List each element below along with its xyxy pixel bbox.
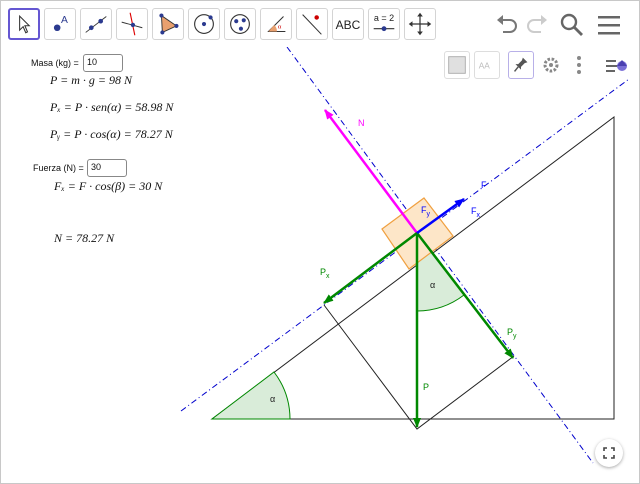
reflect-line-icon — [302, 14, 322, 35]
fuerza-label: Fuerza (N) = — [33, 163, 84, 173]
toolbar: A α ABC a = 2 — [1, 1, 639, 47]
more-icon — [577, 56, 581, 74]
label-alpha-top: α — [430, 280, 436, 290]
settings-icon — [543, 57, 559, 73]
text-style-icon: AA — [479, 61, 491, 71]
fullscreen-button[interactable] — [595, 439, 623, 467]
perpendicular-line-icon — [121, 12, 143, 36]
normal-direction-line — [286, 46, 594, 464]
circle-tool-button[interactable] — [188, 8, 220, 40]
point-icon: A — [53, 15, 68, 32]
geogebra-app: N F Fy Fx Px Py P α α Masa (kg) = 10 P =… — [0, 0, 640, 484]
redo-button[interactable] — [523, 11, 551, 39]
pin-button[interactable] — [508, 51, 534, 79]
style-bar: AA — [444, 51, 630, 81]
text-tool-button[interactable]: ABC — [332, 8, 364, 40]
line-icon — [85, 16, 107, 33]
move-graphics-view-tool-button[interactable] — [404, 8, 436, 40]
fullscreen-icon — [603, 447, 615, 459]
polygon-tool-button[interactable] — [152, 8, 184, 40]
settings-button[interactable] — [538, 51, 564, 79]
fuerza-input[interactable]: 30 — [87, 159, 127, 177]
formula-weight: P = m · g = 98 N — [50, 73, 132, 87]
background-color-button[interactable] — [444, 51, 470, 79]
label-alpha-bottom: α — [270, 394, 276, 404]
ellipse-icon — [230, 14, 250, 34]
svg-text:α: α — [278, 24, 282, 31]
normal-vector — [323, 109, 419, 234]
slider-tool-button[interactable]: a = 2 — [368, 8, 400, 40]
move-arrows-icon — [408, 12, 432, 36]
menu-icon — [598, 16, 620, 35]
formula-fx: Fₓ = F · cos(β) = 30 N — [54, 179, 163, 193]
text-style-button[interactable]: AA — [474, 51, 500, 79]
graphics-view-button[interactable] — [602, 51, 628, 79]
px-vector — [323, 232, 418, 304]
label-P: P — [423, 382, 430, 392]
label-Px: Px — [320, 267, 330, 280]
polygon-icon — [159, 13, 179, 35]
text-tool-label: ABC — [335, 18, 361, 32]
label-F: F — [481, 180, 487, 190]
label-Py: Py — [507, 327, 517, 340]
angle-icon: α — [267, 16, 286, 33]
reflect-tool-button[interactable] — [296, 8, 328, 40]
more-button[interactable] — [566, 51, 592, 79]
background-color-icon — [448, 56, 466, 74]
ellipse-tool-button[interactable] — [224, 8, 256, 40]
formula-px: Pₓ = P · sen(α) = 58.98 N — [50, 100, 174, 114]
menu-button[interactable] — [595, 11, 623, 39]
search-button[interactable] — [558, 11, 586, 39]
pin-icon — [513, 57, 528, 72]
svg-text:A: A — [61, 15, 68, 26]
line-tool-button[interactable] — [80, 8, 112, 40]
circle-icon — [194, 14, 214, 34]
angle-tool-button[interactable]: α — [260, 8, 292, 40]
undo-button[interactable] — [493, 11, 521, 39]
point-tool-button[interactable]: A — [44, 8, 76, 40]
formula-py: Pᵧ = P · cos(α) = 78.27 N — [50, 127, 173, 141]
search-icon — [560, 13, 583, 36]
undo-icon — [497, 15, 517, 33]
graphics-view-icon — [606, 60, 627, 72]
cursor-arrow-icon — [19, 14, 31, 34]
move-tool-button[interactable] — [8, 8, 40, 40]
masa-label: Masa (kg) = — [31, 58, 79, 68]
label-Fx: Fx — [471, 206, 480, 219]
label-Fy: Fy — [421, 205, 430, 218]
formula-normal: N = 78.27 N — [54, 231, 115, 245]
redo-icon — [527, 15, 547, 33]
label-N: N — [358, 118, 365, 128]
perpendicular-tool-button[interactable] — [116, 8, 148, 40]
masa-input[interactable]: 10 — [83, 54, 123, 72]
slider-icon — [373, 26, 395, 32]
svg-text:AA: AA — [479, 61, 491, 71]
